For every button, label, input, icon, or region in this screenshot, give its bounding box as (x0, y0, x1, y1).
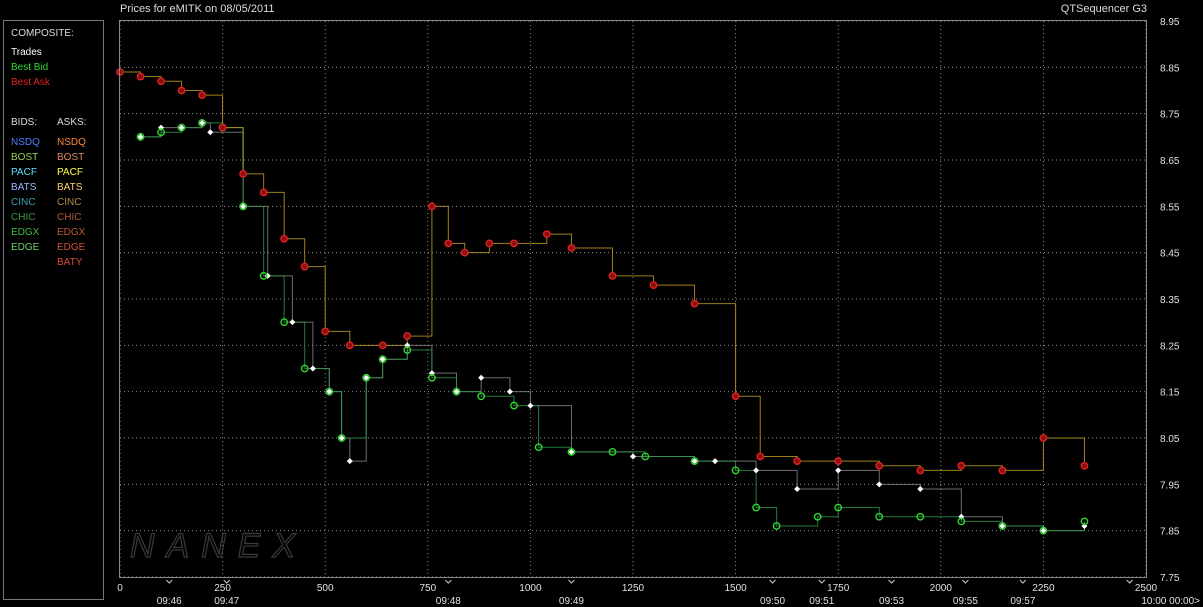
time-tick-label: 09:57 (1010, 596, 1035, 607)
time-chevron-icon (888, 579, 895, 584)
y-tick-label: 8.65 (1160, 156, 1180, 167)
time-tick-label: 09:49 (559, 596, 584, 607)
y-tick-label: 8.15 (1160, 388, 1180, 399)
x-tick-label: 1750 (827, 583, 850, 594)
time-tick-label: 09:47 (214, 596, 239, 607)
time-chevron-icon (1019, 579, 1027, 584)
time-tick-label: 10:00 00:00> (1141, 596, 1200, 607)
time-chevron-icon (1126, 579, 1133, 584)
y-tick-label: 8.95 (1160, 17, 1180, 28)
y-tick-label: 8.35 (1160, 295, 1180, 306)
y-tick-label: 7.95 (1160, 480, 1180, 491)
x-tick-label: 1500 (724, 583, 747, 594)
time-chevron-icon (818, 579, 826, 584)
time-tick-label: 09:50 (760, 596, 785, 607)
x-tick-label: 500 (317, 583, 334, 594)
time-tick-label: 09:46 (157, 596, 182, 607)
x-tick-label: 750 (419, 583, 436, 594)
chart-window: Prices for eMITK on 08/05/2011 QTSequenc… (0, 0, 1203, 607)
x-tick-label: 2250 (1032, 583, 1055, 594)
x-tick-label: 1250 (622, 583, 645, 594)
time-chevron-icon (962, 579, 969, 584)
time-tick-label: 09:48 (436, 596, 461, 607)
time-chevron-icon (444, 579, 452, 584)
time-tick-label: 09:51 (809, 596, 834, 607)
y-tick-label: 8.05 (1160, 434, 1180, 445)
time-chevron-icon (165, 579, 173, 584)
y-tick-label: 8.75 (1160, 110, 1180, 121)
x-tick-label: 1000 (519, 583, 542, 594)
time-tick-label: 09:53 (879, 596, 904, 607)
x-tick-label: 2000 (930, 583, 953, 594)
time-chevron-icon (769, 579, 776, 584)
plot-frame (119, 20, 1147, 578)
y-tick-label: 8.25 (1160, 341, 1180, 352)
time-tick-label: 09:55 (953, 596, 978, 607)
y-tick-label: 7.75 (1160, 573, 1180, 584)
x-tick-label: 2500 (1135, 583, 1158, 594)
x-tick-label: 0 (117, 583, 123, 594)
y-tick-label: 7.85 (1160, 527, 1180, 538)
y-tick-label: 8.85 (1160, 63, 1180, 74)
time-chevron-icon (568, 579, 575, 584)
y-tick-label: 8.45 (1160, 249, 1180, 260)
x-tick-label: 250 (214, 583, 231, 594)
y-tick-label: 8.55 (1160, 202, 1180, 213)
